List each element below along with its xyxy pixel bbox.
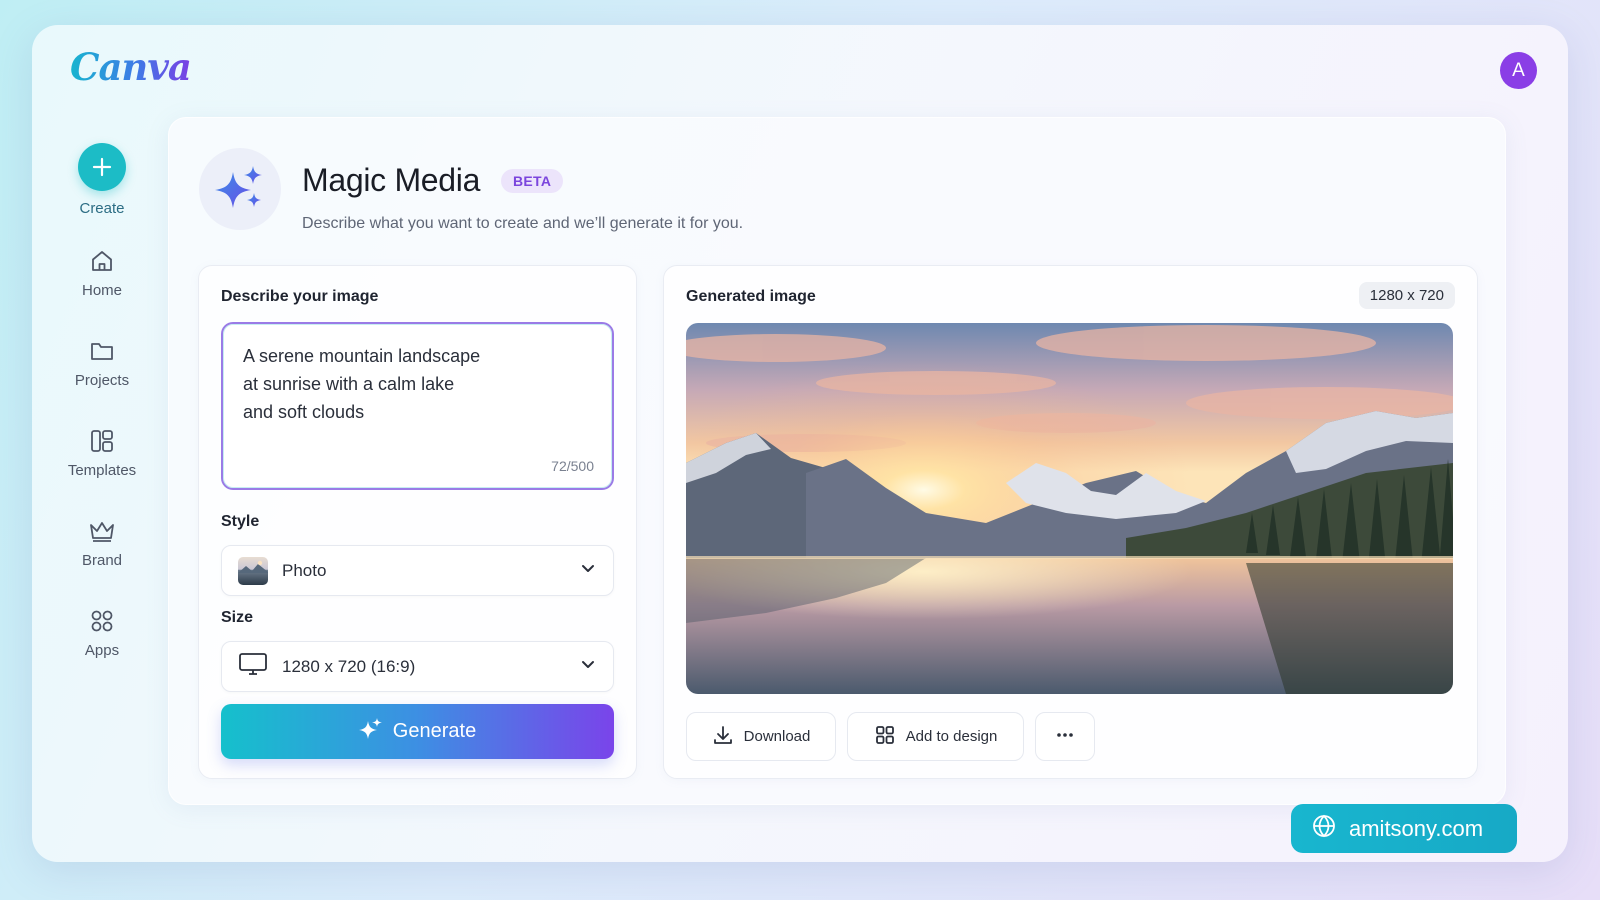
sidebar-item-create[interactable]: Create <box>62 143 142 217</box>
sparkle-icon <box>358 717 383 747</box>
prompt-label: Describe your image <box>221 288 379 305</box>
sparkle-icon <box>199 148 281 230</box>
prompt-textarea[interactable]: A serene mountain landscape at sunrise w… <box>221 322 614 490</box>
generated-image[interactable] <box>686 323 1453 694</box>
result-title: Generated image <box>686 288 816 305</box>
sidebar-item-projects[interactable]: Projects <box>62 337 142 389</box>
more-options-button[interactable] <box>1035 712 1095 761</box>
download-icon <box>712 724 734 750</box>
sidebar-item-label: Apps <box>84 642 120 659</box>
user-avatar[interactable]: A <box>1500 52 1537 89</box>
crown-icon <box>88 517 116 545</box>
app-window: Canva A Create Home Projects Templates B… <box>32 25 1568 862</box>
home-icon <box>88 247 116 275</box>
size-label: Size <box>221 609 254 626</box>
download-button[interactable]: Download <box>686 712 836 761</box>
generate-button[interactable]: Generate <box>221 704 614 759</box>
sidebar-item-home[interactable]: Home <box>62 247 142 299</box>
generate-label: Generate <box>392 720 477 742</box>
more-options-icon <box>1054 724 1076 750</box>
sidebar-item-apps[interactable]: Apps <box>62 607 142 659</box>
result-panel: Generated image 1280 x 720 Download Add … <box>663 265 1478 779</box>
char-counter: 72/500 <box>551 458 594 474</box>
canva-logo[interactable]: Canva <box>70 45 192 89</box>
watermark-text: amitsony.com <box>1349 815 1484 841</box>
style-select[interactable]: Photo <box>221 545 614 596</box>
sidebar-item-label: Projects <box>74 372 130 389</box>
sidebar-item-label: Templates <box>67 462 137 479</box>
chevron-down-icon <box>579 559 597 582</box>
sidebar-item-templates[interactable]: Templates <box>62 427 142 479</box>
style-label: Style <box>221 513 260 530</box>
prompt-text[interactable]: A serene mountain landscape at sunrise w… <box>243 342 543 426</box>
prompt-panel: Describe your image A serene mountain la… <box>198 265 637 779</box>
download-label: Download <box>743 728 811 745</box>
sidebar-item-label: Home <box>81 282 122 299</box>
page-subtitle: Describe what you want to create and we’… <box>302 215 744 232</box>
photo-thumbnail-icon <box>238 556 268 585</box>
globe-icon <box>1311 813 1337 845</box>
sidebar-item-label: Create <box>79 200 125 217</box>
folder-icon <box>88 337 116 365</box>
watermark-badge: amitsony.com <box>1291 804 1517 853</box>
size-value: 1280 x 720 (16:9) <box>282 656 416 676</box>
add-to-design-label: Add to design <box>905 728 998 745</box>
plus-icon[interactable] <box>78 143 126 191</box>
sidebar-item-brand[interactable]: Brand <box>62 517 142 569</box>
beta-badge: BETA <box>501 169 564 193</box>
dimensions-badge: 1280 x 720 <box>1358 282 1455 309</box>
templates-icon <box>88 427 116 455</box>
size-select[interactable]: 1280 x 720 (16:9) <box>221 641 614 692</box>
grid-icon <box>874 724 896 750</box>
sidebar-item-label: Brand <box>81 552 123 569</box>
page-title: Magic Media <box>302 162 481 198</box>
chevron-down-icon <box>579 655 597 678</box>
magic-media-panel: Magic Media BETA Describe what you want … <box>168 117 1506 805</box>
add-to-design-button[interactable]: Add to design <box>847 712 1024 761</box>
style-value: Photo <box>282 560 327 580</box>
apps-grid-icon <box>88 607 116 635</box>
monitor-icon <box>238 651 268 682</box>
